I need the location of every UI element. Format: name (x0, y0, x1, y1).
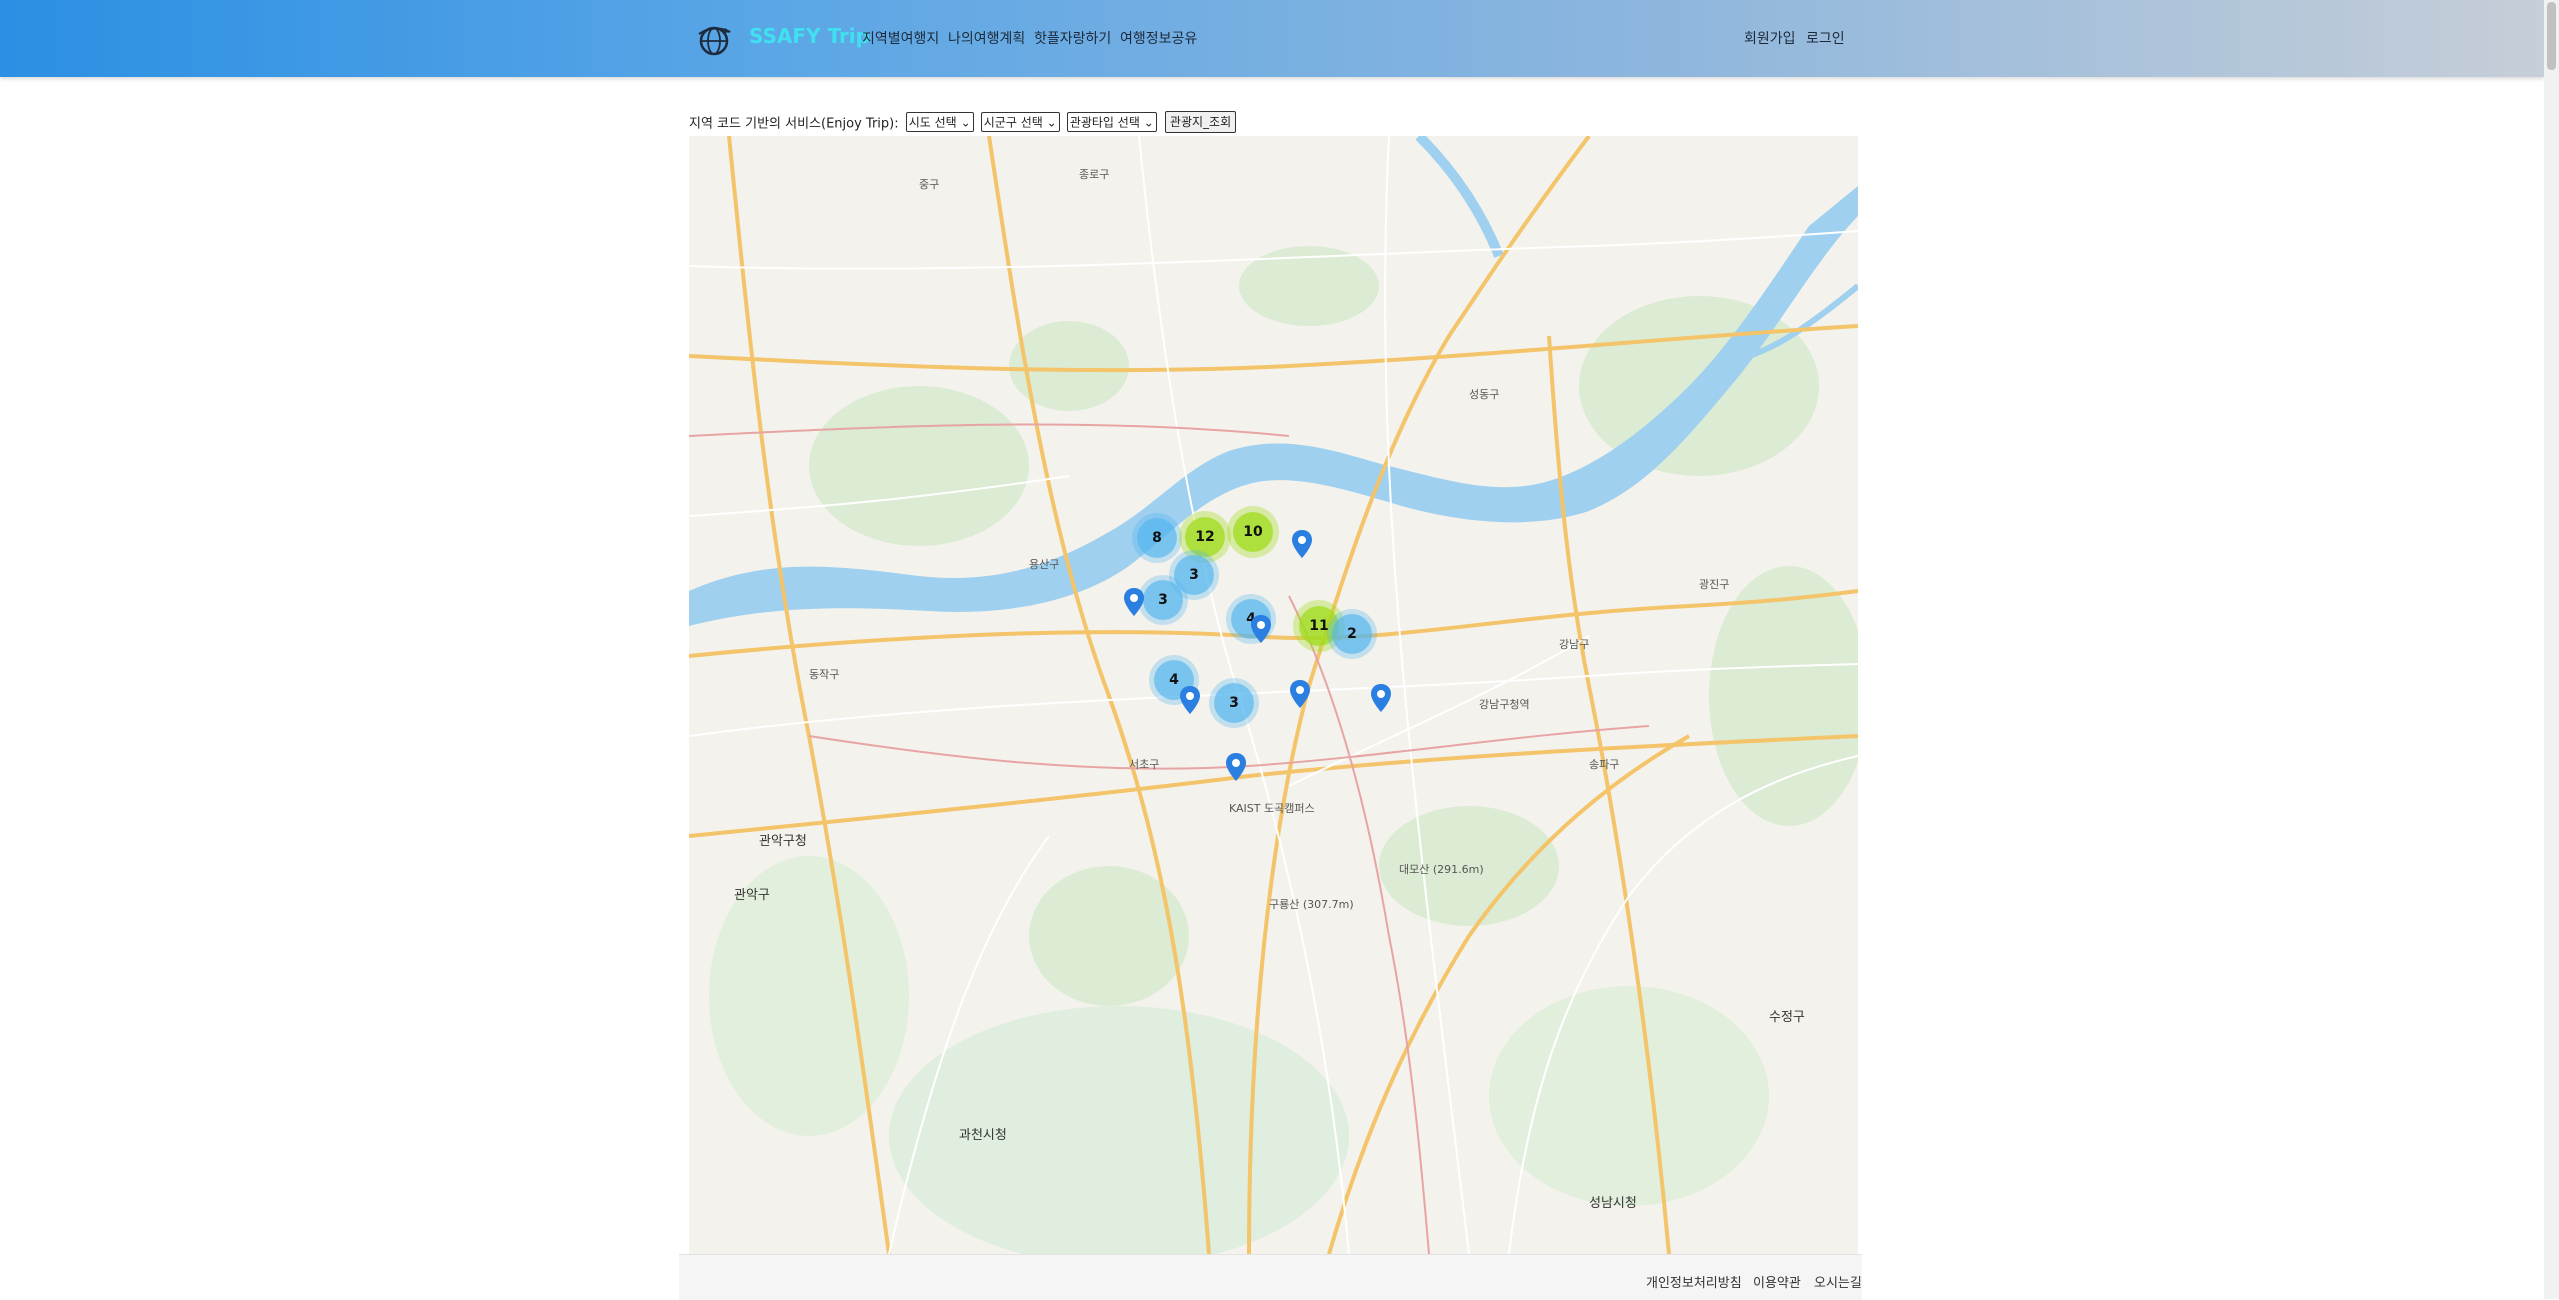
chevron-down-icon: ⌄ (1046, 115, 1057, 130)
sigungu-select[interactable]: 시군구 선택 ⌄ (980, 112, 1060, 132)
map-label: KAIST 도곡캠퍼스 (1229, 802, 1315, 815)
brand-title[interactable]: SSAFY Trip (749, 24, 870, 48)
sido-select[interactable]: 시도 선택 ⌄ (905, 112, 974, 132)
map-label: 구룡산 (307.7m) (1269, 898, 1354, 911)
scrollbar-thumb[interactable] (2547, 2, 2556, 70)
globe-plane-icon[interactable] (695, 20, 733, 58)
location-pin-icon[interactable] (1225, 752, 1247, 782)
map-label: 강남구 (1559, 638, 1590, 651)
location-pin-icon[interactable] (1370, 683, 1392, 713)
kakao-map[interactable]: 중구 종로구 성동구 광진구 용산구 동작구 관악구청 관악구 서초구 강남구 … (689, 136, 1858, 1254)
footer-directions-link[interactable]: 오시는길 (1814, 1272, 1862, 1291)
location-pin-icon[interactable] (1289, 679, 1311, 709)
map-label: 중구 (919, 178, 940, 191)
map-label: 수정구 (1769, 1010, 1805, 1025)
footer-privacy-link[interactable]: 개인정보처리방침 (1646, 1272, 1742, 1291)
map-cluster-marker[interactable]: 2 (1332, 614, 1372, 654)
map-label: 강남구청역 (1479, 698, 1530, 711)
sido-select-value: 시도 선택 (908, 115, 957, 130)
search-label: 지역 코드 기반의 서비스(Enjoy Trip): (689, 116, 899, 132)
location-pin-icon[interactable] (1291, 529, 1313, 559)
location-pin-icon[interactable] (1179, 685, 1201, 715)
location-pin-icon[interactable] (1123, 587, 1145, 617)
chevron-down-icon: ⌄ (960, 115, 971, 130)
map-cluster-marker[interactable]: 3 (1214, 683, 1254, 723)
map-label: 송파구 (1589, 758, 1620, 771)
nav-my-trip-plan[interactable]: 나의여행계획 (948, 28, 1025, 48)
map-label: 관악구 (734, 888, 770, 903)
search-form: 지역 코드 기반의 서비스(Enjoy Trip): 시도 선택 ⌄ 시군구 선… (689, 111, 1237, 133)
page-scrollbar[interactable] (2544, 0, 2559, 1299)
map-label: 종로구 (1079, 168, 1110, 181)
map-label: 광진구 (1699, 578, 1730, 591)
nav-regional-attractions[interactable]: 지역별여행지 (862, 28, 939, 48)
map-label: 용산구 (1029, 558, 1060, 571)
nav-trip-info-share[interactable]: 여행정보공유 (1120, 28, 1197, 48)
footer-terms-link[interactable]: 이용약관 (1753, 1272, 1801, 1291)
content-type-select[interactable]: 관광타입 선택 ⌄ (1066, 112, 1157, 132)
map-cluster-marker[interactable]: 8 (1137, 518, 1177, 558)
map-label: 성남시청 (1589, 1196, 1637, 1211)
map-label: 동작구 (809, 668, 840, 681)
login-link[interactable]: 로그인 (1806, 28, 1845, 48)
sigungu-select-value: 시군구 선택 (983, 115, 1043, 130)
chevron-down-icon: ⌄ (1143, 115, 1154, 130)
map-cluster-marker[interactable]: 10 (1233, 512, 1273, 552)
location-pin-icon[interactable] (1250, 614, 1272, 644)
signup-link[interactable]: 회원가입 (1744, 28, 1796, 48)
map-base-layer (689, 136, 1858, 1254)
nav-hotplace[interactable]: 핫플자랑하기 (1034, 28, 1111, 48)
content-type-select-value: 관광타입 선택 (1069, 115, 1140, 130)
map-label: 성동구 (1469, 388, 1500, 401)
top-navbar: SSAFY Trip 지역별여행지 나의여행계획 핫플자랑하기 여행정보공유 회… (0, 0, 2544, 77)
map-label: 관악구청 (759, 834, 807, 849)
map-label: 과천시청 (959, 1128, 1007, 1143)
map-label: 서초구 (1129, 758, 1160, 771)
map-cluster-marker[interactable]: 3 (1143, 580, 1183, 620)
map-label: 대모산 (291.6m) (1399, 863, 1484, 876)
search-submit-button[interactable]: 관광지_조회 (1164, 111, 1237, 133)
map-cluster-marker[interactable]: 12 (1185, 517, 1225, 557)
